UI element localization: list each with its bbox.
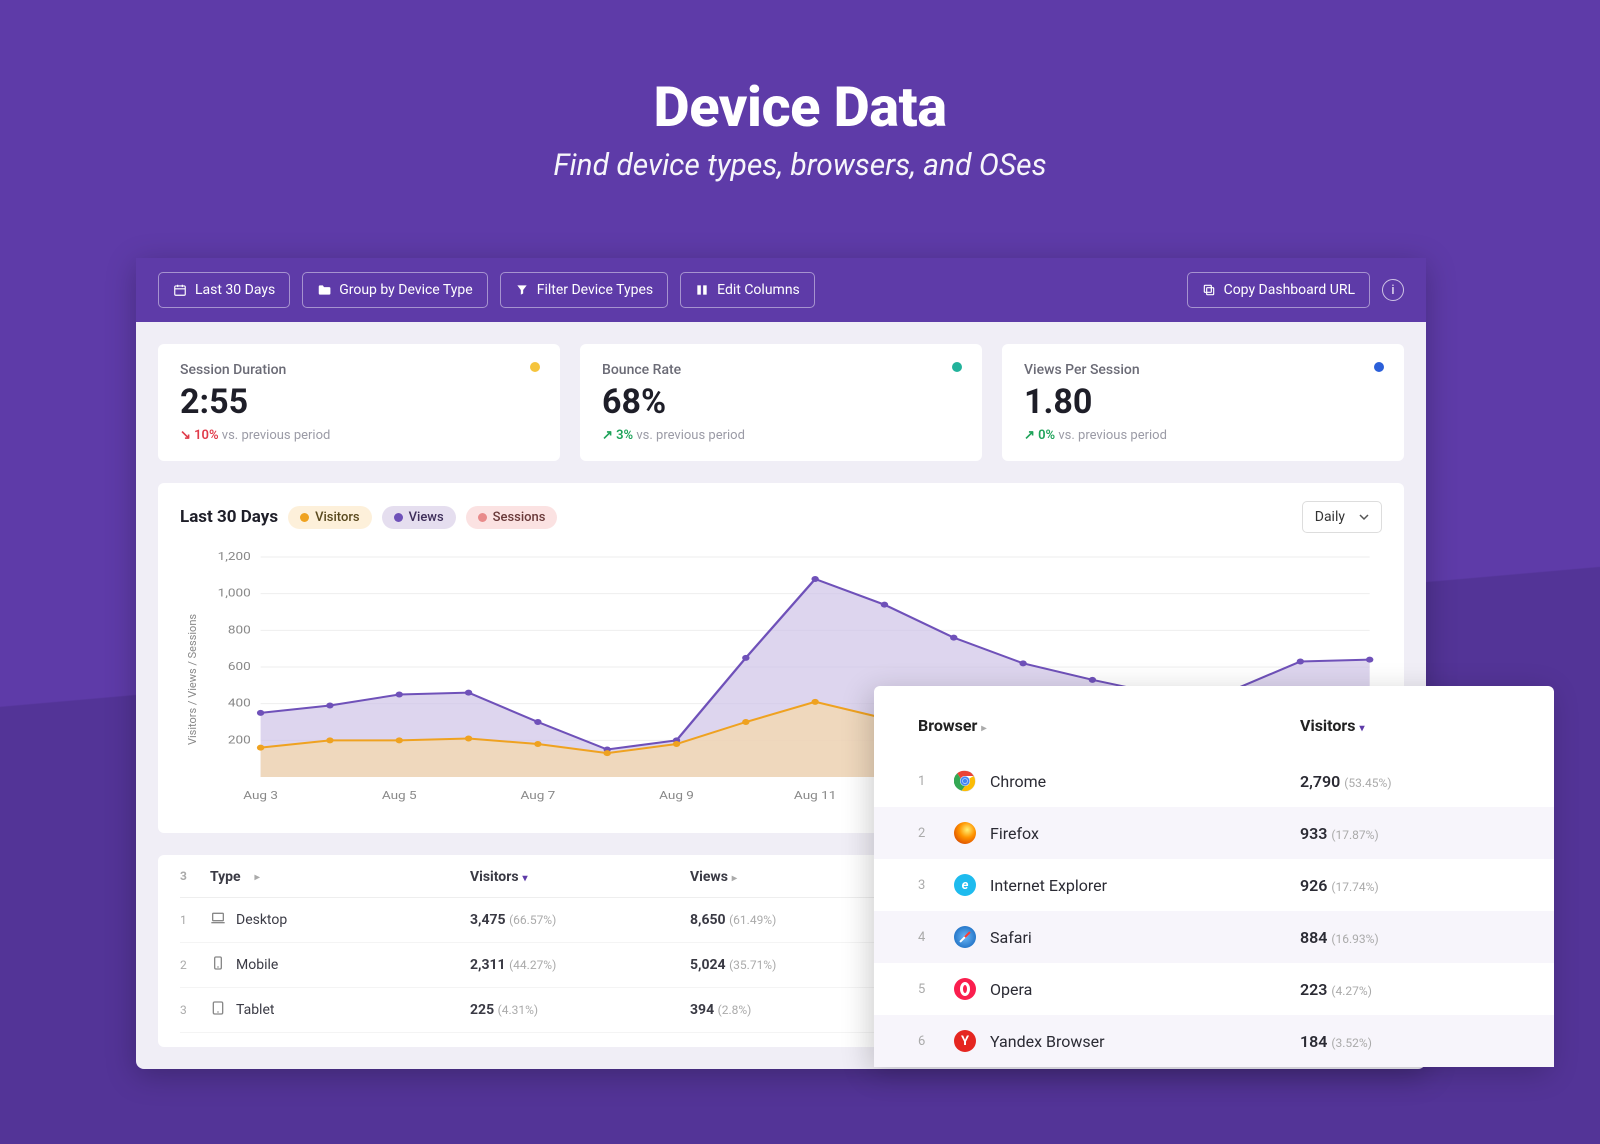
svg-text:Aug 7: Aug 7	[520, 790, 555, 802]
browser-row[interactable]: 5 Opera 223 (4.27%)	[874, 963, 1554, 1015]
info-icon[interactable]: i	[1382, 279, 1404, 301]
date-range-button[interactable]: Last 30 Days	[158, 272, 290, 308]
kpi-card[interactable]: Session Duration 2:55 ↘ 10% vs. previous…	[158, 344, 560, 461]
filter-button[interactable]: Filter Device Types	[500, 272, 668, 308]
chevron-down-icon	[1359, 512, 1369, 522]
browser-row[interactable]: 1 Chrome 2,790 (53.45%)	[874, 755, 1554, 807]
granularity-dropdown[interactable]: Daily	[1302, 501, 1382, 533]
kpi-trend: ↘ 10% vs. previous period	[180, 428, 538, 443]
svg-text:800: 800	[228, 624, 251, 636]
columns-icon	[695, 283, 709, 297]
laptop-icon	[210, 910, 226, 930]
svg-text:600: 600	[228, 661, 251, 673]
browser-table-card: Browser▸ Visitors▾ 1 Chrome 2,790 (53.45…	[874, 686, 1554, 1067]
hero: Device Data Find device types, browsers,…	[0, 0, 1600, 183]
filter-icon	[515, 283, 529, 297]
browser-icon	[954, 978, 976, 1000]
calendar-icon	[173, 283, 187, 297]
svg-text:400: 400	[228, 698, 251, 710]
mobile-icon	[210, 955, 226, 975]
edit-columns-button[interactable]: Edit Columns	[680, 272, 815, 308]
kpi-value: 2:55	[180, 382, 538, 422]
svg-text:1,000: 1,000	[218, 588, 251, 600]
browser-table-header: Browser▸ Visitors▾	[874, 686, 1554, 755]
svg-text:200: 200	[228, 734, 251, 746]
browser-icon	[954, 926, 976, 948]
kpi-label: Bounce Rate	[602, 362, 960, 378]
kpi-card[interactable]: Bounce Rate 68% ↗ 3% vs. previous period	[580, 344, 982, 461]
kpi-dot	[530, 362, 540, 372]
group-by-button[interactable]: Group by Device Type	[302, 272, 488, 308]
y-axis-label: Visitors / Views / Sessions	[180, 547, 199, 811]
col-type-header[interactable]: Type▸	[210, 869, 470, 885]
kpi-row: Session Duration 2:55 ↘ 10% vs. previous…	[158, 344, 1404, 461]
hero-title: Device Data	[0, 74, 1600, 140]
hero-subtitle: Find device types, browsers, and OSes	[0, 148, 1600, 183]
browser-icon: Y	[954, 1030, 976, 1052]
toolbar: Last 30 Days Group by Device Type Filter…	[136, 258, 1426, 322]
kpi-label: Views Per Session	[1024, 362, 1382, 378]
kpi-dot	[952, 362, 962, 372]
tablet-icon	[210, 1000, 226, 1020]
svg-text:Aug 3: Aug 3	[243, 790, 278, 802]
kpi-card[interactable]: Views Per Session 1.80 ↗ 0% vs. previous…	[1002, 344, 1404, 461]
kpi-value: 1.80	[1024, 382, 1382, 422]
kpi-dot	[1374, 362, 1384, 372]
kpi-trend: ↗ 0% vs. previous period	[1024, 428, 1382, 443]
svg-text:Aug 5: Aug 5	[382, 790, 417, 802]
browser-icon	[954, 822, 976, 844]
browser-icon: e	[954, 874, 976, 896]
browser-row[interactable]: 2 Firefox 933 (17.87%)	[874, 807, 1554, 859]
legend-visitors[interactable]: Visitors	[288, 506, 372, 529]
browser-row[interactable]: 4 Safari 884 (16.93%)	[874, 911, 1554, 963]
browser-icon	[954, 770, 976, 792]
browser-row[interactable]: 6 Y Yandex Browser 184 (3.52%)	[874, 1015, 1554, 1067]
copy-url-button[interactable]: Copy Dashboard URL	[1187, 272, 1370, 308]
kpi-trend: ↗ 3% vs. previous period	[602, 428, 960, 443]
device-count: 3	[180, 869, 210, 885]
svg-text:1,200: 1,200	[218, 551, 251, 563]
kpi-label: Session Duration	[180, 362, 538, 378]
col-browser-header[interactable]: Browser▸	[918, 716, 1300, 735]
svg-text:Aug 11: Aug 11	[794, 790, 836, 802]
col-browser-visitors-header[interactable]: Visitors▾	[1300, 716, 1510, 735]
chart-header: Last 30 Days Visitors Views Sessions Dai…	[180, 501, 1382, 533]
legend-views[interactable]: Views	[382, 506, 456, 529]
legend-sessions[interactable]: Sessions	[466, 506, 558, 529]
copy-icon	[1202, 283, 1216, 297]
svg-text:Aug 9: Aug 9	[659, 790, 694, 802]
kpi-value: 68%	[602, 382, 960, 422]
chart-title: Last 30 Days	[180, 507, 278, 527]
col-visitors-header[interactable]: Visitors▾	[470, 869, 690, 885]
folder-icon	[317, 283, 331, 297]
browser-row[interactable]: 3 e Internet Explorer 926 (17.74%)	[874, 859, 1554, 911]
